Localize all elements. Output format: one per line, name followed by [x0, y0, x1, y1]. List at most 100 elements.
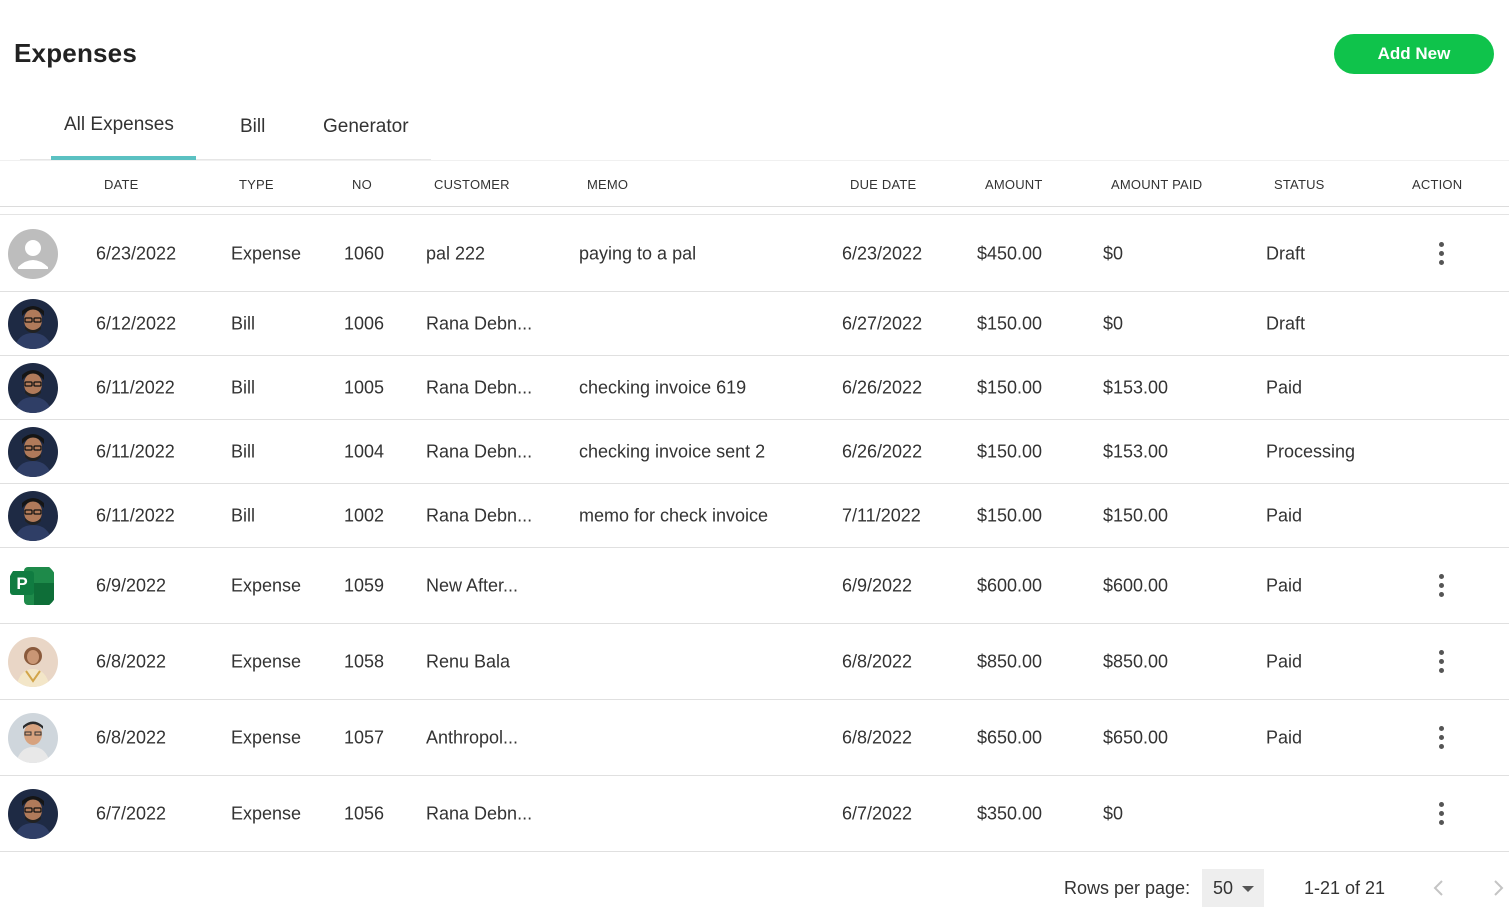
cell-date: 6/11/2022 — [96, 441, 175, 461]
cell-status: Draft — [1266, 243, 1306, 263]
avatar — [8, 298, 58, 349]
cell-amount: $150.00 — [977, 505, 1043, 525]
column-header-due-date[interactable]: DUE DATE — [850, 177, 916, 192]
cell-customer: Rana Debn... — [426, 313, 533, 333]
more-vert-icon[interactable] — [1431, 799, 1451, 829]
cell-no: 1059 — [344, 575, 385, 595]
pagination-range: 1-21 of 21 — [1304, 878, 1386, 898]
avatar — [8, 490, 58, 541]
column-header-customer[interactable]: CUSTOMER — [434, 177, 510, 192]
cell-status: Paid — [1266, 651, 1303, 671]
avatar — [8, 712, 58, 763]
more-vert-icon[interactable] — [1431, 723, 1451, 753]
cell-customer: Rana Debn... — [426, 377, 533, 397]
table-row[interactable]: 6/8/2022 Expense 1057 Anthropol... 6/8/2022 $… — [0, 700, 1509, 776]
cell-status: Paid — [1266, 575, 1303, 595]
tab-all-expenses[interactable]: All Expenses — [64, 114, 174, 136]
tab-generator[interactable]: Generator — [323, 116, 409, 138]
cell-due-date: 6/27/2022 — [842, 313, 923, 333]
cell-due-date: 6/8/2022 — [842, 651, 913, 671]
add-new-button[interactable]: Add New — [1334, 34, 1494, 74]
cell-status: Paid — [1266, 377, 1303, 397]
table-row[interactable]: 6/11/2022 Bill 1005 Rana Debn... checking in… — [0, 356, 1509, 420]
cell-customer: Renu Bala — [426, 651, 511, 671]
cell-amount: $600.00 — [977, 575, 1043, 595]
table-row[interactable]: 6/7/2022 Expense 1056 Rana Debn... 6/7/2022 $… — [0, 776, 1509, 852]
table-row[interactable]: 6/11/2022 Bill 1002 Rana Debn... memo for ch… — [0, 484, 1509, 548]
cell-no: 1004 — [344, 441, 385, 461]
cell-date: 6/9/2022 — [96, 575, 167, 595]
default-user-icon — [8, 228, 58, 279]
cell-amount: $150.00 — [977, 377, 1043, 397]
table-row[interactable]: 6/12/2022 Bill 1006 Rana Debn... 6/27/2022 $1… — [0, 292, 1509, 356]
cell-customer: Rana Debn... — [426, 803, 533, 823]
column-header-memo[interactable]: MEMO — [587, 177, 628, 192]
cell-no: 1006 — [344, 313, 385, 333]
column-header-status[interactable]: STATUS — [1274, 177, 1325, 192]
cell-type: Bill — [231, 505, 256, 525]
cell-status: Draft — [1266, 313, 1306, 333]
tab-bar: All Expenses Bill Generator — [20, 100, 431, 160]
avatar — [8, 788, 58, 839]
cell-due-date: 6/9/2022 — [842, 575, 913, 595]
rows-per-page-value: 50 — [1213, 877, 1234, 898]
column-header-no[interactable]: NO — [352, 177, 372, 192]
cell-memo: checking invoice 619 — [579, 377, 747, 397]
table-header: DATE TYPE NO CUSTOMER MEMO DUE DATE AMOU… — [0, 160, 1509, 207]
column-header-amount-paid[interactable]: AMOUNT PAID — [1111, 177, 1202, 192]
cell-amount: $650.00 — [977, 727, 1043, 747]
caret-down-icon — [1242, 886, 1254, 892]
avatar — [8, 362, 58, 413]
table-row[interactable]: 6/8/2022 Expense 1058 Renu Bala 6/8/2022 $850… — [0, 624, 1509, 700]
tab-bill[interactable]: Bill — [240, 116, 265, 138]
cell-type: Expense — [231, 803, 302, 823]
cell-status: Paid — [1266, 505, 1303, 525]
cell-customer: Rana Debn... — [426, 441, 533, 461]
cell-date: 6/8/2022 — [96, 727, 167, 747]
cell-date: 6/11/2022 — [96, 377, 175, 397]
cell-status: Paid — [1266, 727, 1303, 747]
cell-no: 1057 — [344, 727, 385, 747]
cell-customer: Anthropol... — [426, 727, 519, 747]
cell-due-date: 6/7/2022 — [842, 803, 913, 823]
table-row[interactable]: P 6/9/2022 Expense 1059 New After... 6/9/2022… — [0, 548, 1509, 624]
cell-amount-paid: $650.00 — [1103, 727, 1169, 747]
cell-type: Bill — [231, 377, 256, 397]
table-row[interactable]: 6/23/2022 Expense 1060 pal 222 paying to a p… — [0, 216, 1509, 292]
chevron-right-icon[interactable] — [1487, 877, 1509, 899]
more-vert-icon[interactable] — [1431, 239, 1451, 269]
column-header-action: ACTION — [1412, 177, 1463, 192]
cell-memo: checking invoice sent 2 — [579, 441, 766, 461]
more-vert-icon[interactable] — [1431, 571, 1451, 601]
cell-amount-paid: $153.00 — [1103, 377, 1169, 397]
cell-type: Bill — [231, 441, 256, 461]
cell-due-date: 7/11/2022 — [842, 505, 921, 525]
rows-per-page-label: Rows per page: — [1064, 878, 1191, 898]
pagination-bar: Rows per page: 50 1-21 of 21 — [0, 868, 1509, 908]
cell-amount-paid: $153.00 — [1103, 441, 1169, 461]
cell-date: 6/11/2022 — [96, 505, 175, 525]
cell-amount-paid: $0 — [1103, 243, 1124, 263]
column-header-date[interactable]: DATE — [104, 177, 139, 192]
column-header-type[interactable]: TYPE — [239, 177, 274, 192]
chevron-left-icon[interactable] — [1428, 877, 1450, 899]
cell-date: 6/12/2022 — [96, 313, 177, 333]
table-row[interactable]: 6/11/2022 Bill 1004 Rana Debn... checking in… — [0, 420, 1509, 484]
expenses-table: DATE TYPE NO CUSTOMER MEMO DUE DATE AMOU… — [0, 160, 1509, 852]
column-header-amount[interactable]: AMOUNT — [985, 177, 1043, 192]
cell-due-date: 6/26/2022 — [842, 377, 923, 397]
divider — [0, 214, 1509, 215]
cell-no: 1005 — [344, 377, 385, 397]
svg-text:P: P — [16, 574, 27, 593]
cell-date: 6/8/2022 — [96, 651, 167, 671]
more-vert-icon[interactable] — [1431, 647, 1451, 677]
cell-no: 1002 — [344, 505, 385, 525]
cell-customer: pal 222 — [426, 243, 486, 263]
cell-type: Expense — [231, 243, 302, 263]
cell-date: 6/23/2022 — [96, 243, 177, 263]
rows-per-page-select[interactable]: 50 — [1202, 869, 1264, 907]
cell-memo: memo for check invoice — [579, 505, 769, 525]
avatar — [8, 636, 58, 687]
cell-type: Expense — [231, 651, 302, 671]
cell-status: Processing — [1266, 441, 1356, 461]
